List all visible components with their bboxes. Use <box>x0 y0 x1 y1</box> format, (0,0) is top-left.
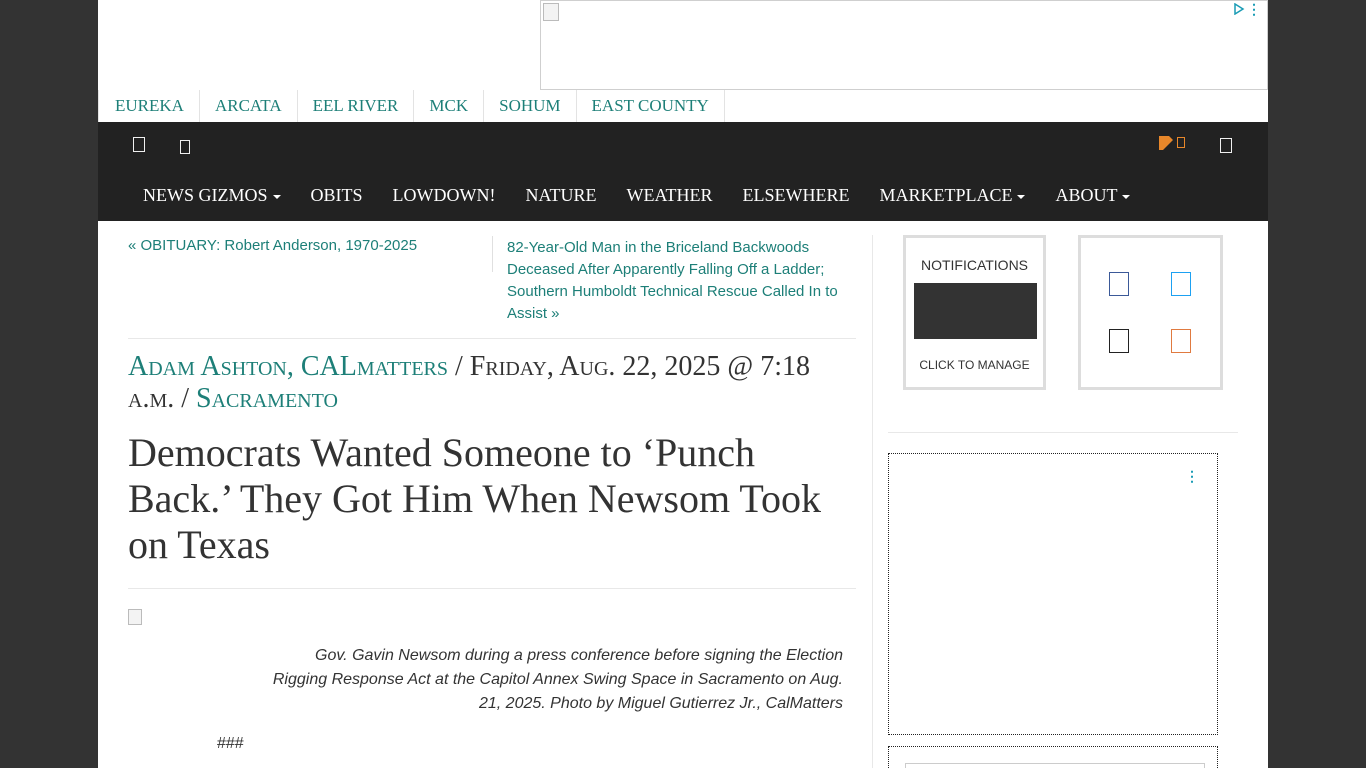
nav-weather[interactable]: WEATHER <box>611 185 727 206</box>
previous-article-link[interactable]: « OBITUARY: Robert Anderson, 1970-2025 <box>128 237 417 254</box>
rss-icon[interactable] <box>1171 329 1191 353</box>
nav-news-gizmos[interactable]: NEWS GIZMOS <box>128 185 296 206</box>
nav-marketplace[interactable]: MARKETPLACE <box>864 185 1040 206</box>
ad-menu-icon[interactable]: ⋮ <box>1247 1 1261 18</box>
twitter-icon[interactable] <box>180 140 190 154</box>
byline: Adam Ashton, CALmatters / Friday, Aug. 2… <box>128 351 858 415</box>
ad-menu-icon[interactable]: ⋮ <box>1185 468 1199 485</box>
nav-obits[interactable]: OBITS <box>296 185 378 206</box>
nav-label: NEWS GIZMOS <box>143 185 268 205</box>
rss-icon[interactable] <box>1159 136 1173 150</box>
adchoices-icon[interactable] <box>1233 3 1245 15</box>
twitter-icon[interactable] <box>1171 272 1191 296</box>
nav-label: ABOUT <box>1055 185 1118 205</box>
region-east-county[interactable]: EAST COUNTY <box>577 90 725 122</box>
sidebar-ad[interactable]: ⋮ <box>888 453 1218 735</box>
divider <box>128 338 856 339</box>
site-header: NEWS GIZMOS OBITS LOWDOWN! NATURE WEATHE… <box>98 122 1268 221</box>
nav-label: WEATHER <box>626 185 713 205</box>
region-nav: EUREKA ARCATA EEL RIVER MCK SOHUM EAST C… <box>98 90 725 122</box>
notifications-button[interactable] <box>914 283 1037 339</box>
search-icon[interactable] <box>1220 138 1232 153</box>
nav-label: LOWDOWN! <box>392 185 496 205</box>
region-eel-river[interactable]: EEL RIVER <box>298 90 415 122</box>
location-link[interactable]: Sacramento <box>196 383 338 414</box>
broken-image-icon <box>543 3 559 21</box>
region-sohum[interactable]: SOHUM <box>484 90 577 122</box>
nav-label: ELSEWHERE <box>742 185 850 205</box>
section-separator: ### <box>217 735 244 752</box>
nav-label: OBITS <box>310 185 363 205</box>
author-link[interactable]: Adam Ashton, CALmatters <box>128 351 448 382</box>
facebook-icon[interactable] <box>133 137 145 152</box>
byline-separator: / <box>455 351 463 382</box>
sidebar-ad-2[interactable] <box>888 746 1218 768</box>
divider <box>128 588 856 589</box>
nav-elsewhere[interactable]: ELSEWHERE <box>727 185 864 206</box>
caret-down-icon <box>1017 194 1026 199</box>
notifications-title: NOTIFICATIONS <box>920 257 1029 273</box>
column-divider <box>872 235 873 768</box>
manage-notifications-link[interactable]: CLICK TO MANAGE <box>906 358 1043 372</box>
social-widget <box>1078 235 1223 390</box>
main-nav: NEWS GIZMOS OBITS LOWDOWN! NATURE WEATHE… <box>128 185 1145 206</box>
nav-label: NATURE <box>525 185 597 205</box>
article-image <box>128 609 142 625</box>
image-caption: Gov. Gavin Newsom during a press confere… <box>272 647 843 712</box>
caret-down-icon <box>1122 194 1131 199</box>
rss-box-icon[interactable] <box>1177 137 1185 148</box>
facebook-icon[interactable] <box>1109 272 1129 296</box>
region-arcata[interactable]: ARCATA <box>200 90 298 122</box>
top-banner-ad[interactable]: ⋮ <box>540 0 1268 90</box>
byline-separator: / <box>181 383 190 414</box>
region-eureka[interactable]: EUREKA <box>98 90 200 122</box>
next-article-link[interactable]: 82-Year-Old Man in the Briceland Backwoo… <box>507 237 853 325</box>
nav-nature[interactable]: NATURE <box>510 185 611 206</box>
divider <box>492 236 493 272</box>
ad-frame <box>905 763 1205 768</box>
nav-about[interactable]: ABOUT <box>1040 185 1145 206</box>
article-headline: Democrats Wanted Someone to ‘Punch Back.… <box>128 430 822 567</box>
nav-lowdown[interactable]: LOWDOWN! <box>378 185 511 206</box>
instagram-icon[interactable] <box>1109 329 1129 353</box>
divider <box>888 432 1238 433</box>
nav-label: MARKETPLACE <box>879 185 1013 205</box>
page: ⋮ EUREKA ARCATA EEL RIVER MCK SOHUM EAST… <box>98 0 1268 768</box>
region-mck[interactable]: MCK <box>414 90 485 122</box>
caret-down-icon <box>272 194 281 199</box>
notifications-widget[interactable]: NOTIFICATIONS CLICK TO MANAGE <box>903 235 1046 390</box>
